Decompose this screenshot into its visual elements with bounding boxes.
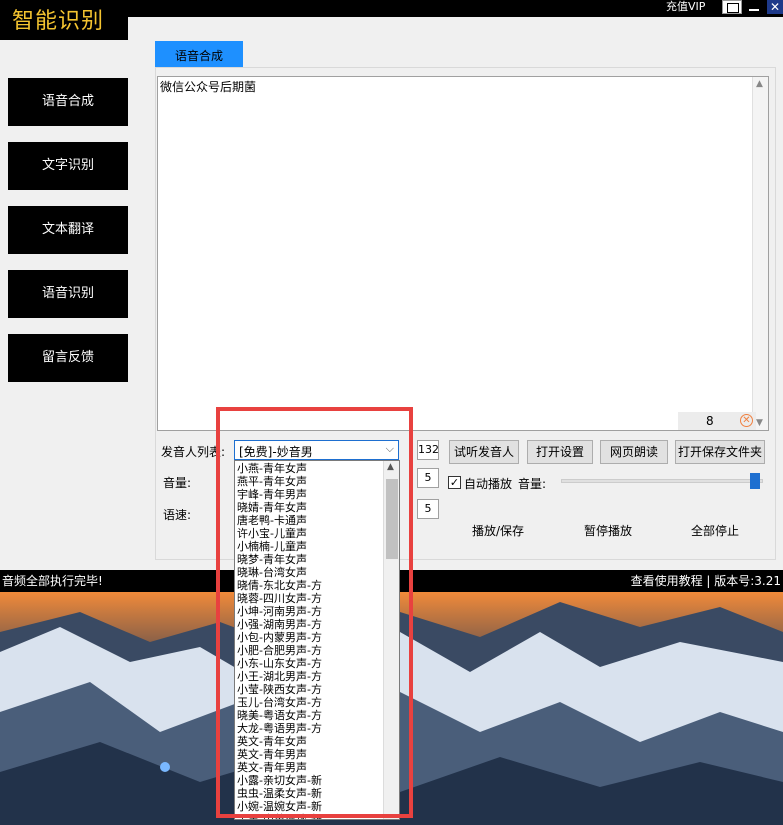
speed-label: 语速:: [163, 508, 192, 522]
sidebar-item-feedback[interactable]: 留言反馈: [8, 334, 128, 382]
autoplay-label: 自动播放: [464, 477, 513, 491]
close-icon[interactable]: ✕: [767, 0, 783, 14]
tutorial-version-link[interactable]: 查看使用教程 | 版本号:3.21: [631, 570, 781, 592]
scroll-down-icon[interactable]: ▼: [756, 418, 763, 428]
open-save-folder-button[interactable]: 打开保存文件夹: [675, 440, 765, 464]
pause-button[interactable]: 暂停播放: [584, 522, 632, 539]
scroll-up-icon[interactable]: ▲: [756, 79, 763, 89]
sidebar-item-speech-synthesis[interactable]: 语音合成: [8, 78, 128, 126]
char-counter: 8 ✕: [678, 412, 756, 430]
text-input[interactable]: 微信公众号后期菌 ▲ ▼: [157, 76, 769, 431]
status-message: 音频全部执行完毕!: [2, 574, 103, 588]
text-scrollbar[interactable]: ▲ ▼: [752, 77, 768, 430]
volume2-label: 音量:: [518, 477, 547, 491]
minimize-icon[interactable]: [748, 2, 760, 12]
preview-voice-button[interactable]: 试听发音人: [449, 440, 519, 464]
speed-value[interactable]: 5: [417, 499, 439, 519]
sidebar-item-ocr[interactable]: 文字识别: [8, 142, 128, 190]
volume-slider-thumb[interactable]: [750, 473, 760, 489]
home-icon[interactable]: [722, 0, 742, 14]
play-save-button[interactable]: 播放/保存: [472, 522, 524, 539]
app-title: 智能识别: [12, 9, 105, 34]
sidebar-item-speech-recognition[interactable]: 语音识别: [8, 270, 128, 318]
char-count: 8: [706, 414, 714, 428]
vip-link[interactable]: 充值VIP: [666, 0, 705, 14]
tab-speech-synthesis[interactable]: 语音合成: [155, 41, 243, 67]
volume-label: 音量:: [163, 476, 192, 490]
clear-icon[interactable]: ✕: [740, 414, 753, 427]
text-input-content: 微信公众号后期菌: [160, 80, 257, 94]
app-logo: 智能识别: [0, 0, 128, 40]
web-read-button[interactable]: 网页朗读: [600, 440, 668, 464]
stop-all-button[interactable]: 全部停止: [691, 522, 739, 539]
volume-slider[interactable]: [561, 479, 763, 483]
voice-count-box: 132: [417, 440, 439, 460]
autoplay-checkbox[interactable]: ✓: [448, 476, 461, 489]
highlight-box: [216, 407, 413, 818]
sidebar-item-translate[interactable]: 文本翻译: [8, 206, 128, 254]
open-settings-button[interactable]: 打开设置: [527, 440, 593, 464]
volume-value[interactable]: 5: [417, 468, 439, 488]
